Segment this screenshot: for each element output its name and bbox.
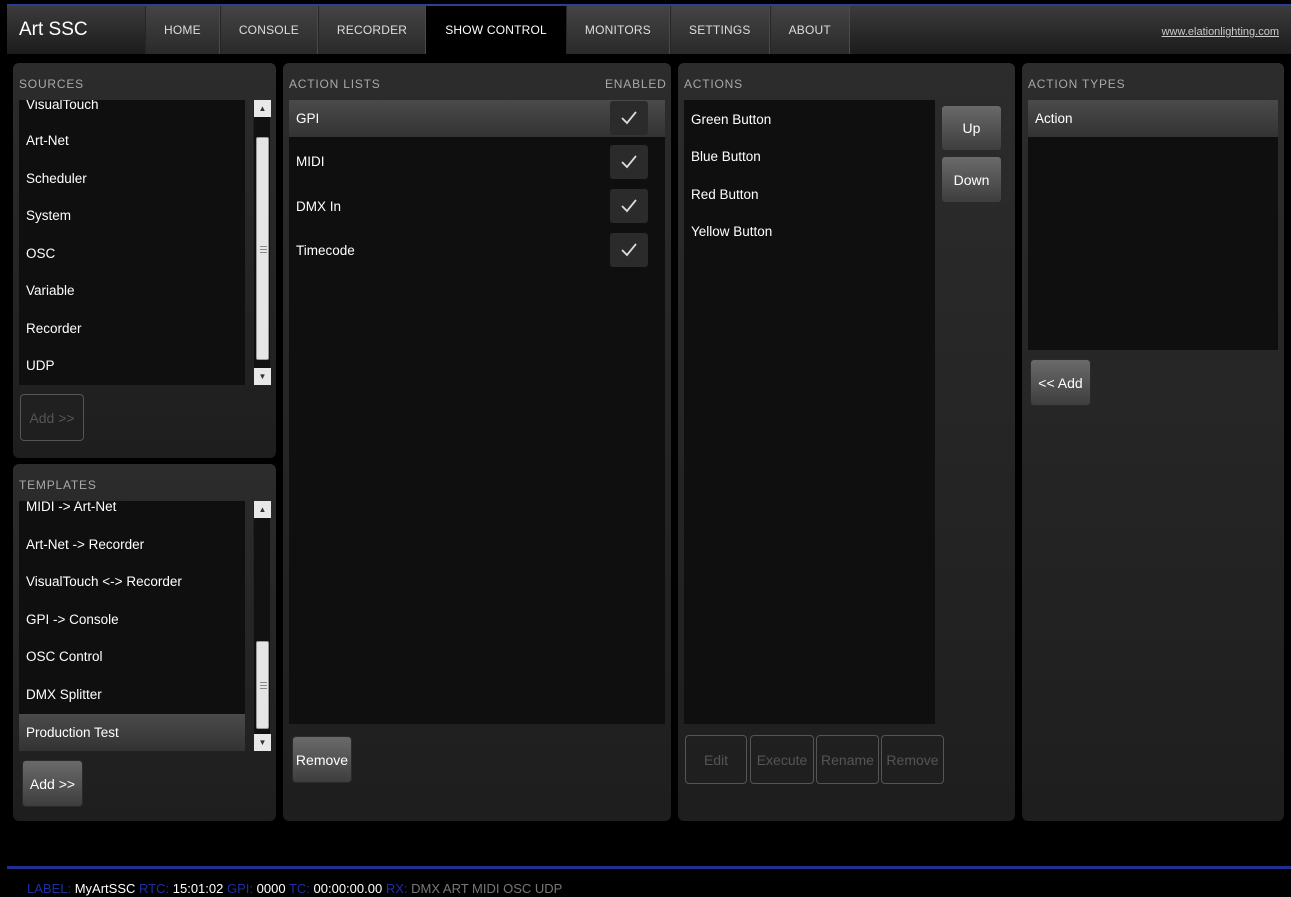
checkmark-icon <box>621 243 637 257</box>
status-label-key: LABEL: <box>27 881 72 896</box>
tab-settings[interactable]: SETTINGS <box>669 6 770 54</box>
scroll-up-icon[interactable]: ▲ <box>254 501 271 518</box>
scroll-thumb[interactable] <box>256 641 269 729</box>
top-bar: Art SSC HOME CONSOLE RECORDER SHOW CONTR… <box>7 4 1291 54</box>
list-item[interactable]: Blue Button <box>684 138 935 175</box>
status-label-value: MyArtSSC <box>74 881 136 896</box>
list-item-selected[interactable]: Production Test <box>19 714 245 751</box>
action-lists-panel: ACTION LISTS ENABLED GPI MIDI DMX In Tim… <box>283 63 671 821</box>
list-item[interactable]: GPI -> Console <box>19 601 245 638</box>
list-item[interactable]: OSC Control <box>19 638 245 675</box>
grip-icon <box>260 252 267 253</box>
tab-show-control[interactable]: SHOW CONTROL <box>426 6 566 54</box>
scroll-thumb[interactable] <box>256 137 269 360</box>
status-rx-key: RX: <box>385 881 408 896</box>
list-item[interactable]: Green Button <box>684 101 935 138</box>
list-item[interactable]: DMX In <box>289 188 665 225</box>
tab-home[interactable]: HOME <box>145 6 220 54</box>
enabled-checkbox[interactable] <box>610 145 648 179</box>
move-up-button[interactable]: Up <box>941 105 1002 151</box>
list-item[interactable]: Art-Net <box>19 122 245 159</box>
action-list-label: MIDI <box>296 154 325 169</box>
add-action-type-button[interactable]: << Add <box>1030 359 1091 406</box>
status-rtc-value: 15:01:02 <box>172 881 224 896</box>
scroll-up-icon[interactable]: ▲ <box>254 100 271 117</box>
list-item[interactable]: System <box>19 197 245 234</box>
grip-icon <box>260 685 267 686</box>
remove-action-button[interactable]: Remove <box>881 735 944 784</box>
status-gpi-key: GPI: <box>226 881 253 896</box>
grip-icon <box>260 246 267 247</box>
grip-icon <box>260 249 267 250</box>
list-item[interactable]: MIDI -> Art-Net <box>19 501 245 525</box>
list-item[interactable]: DMX Splitter <box>19 676 245 713</box>
list-item[interactable]: Scheduler <box>19 160 245 197</box>
action-list-label: DMX In <box>296 199 342 214</box>
scroll-down-icon[interactable]: ▼ <box>254 368 271 385</box>
list-item[interactable]: MIDI <box>289 143 665 180</box>
enabled-checkbox[interactable] <box>610 189 648 223</box>
move-down-button[interactable]: Down <box>941 156 1002 203</box>
enabled-checkbox[interactable] <box>610 233 648 267</box>
checkmark-icon <box>621 199 637 213</box>
tab-console[interactable]: CONSOLE <box>219 6 318 54</box>
status-gpi-value: 0000 <box>256 881 286 896</box>
edit-button[interactable]: Edit <box>685 735 747 784</box>
templates-panel: TEMPLATES MIDI -> Art-Net Art-Net -> Rec… <box>13 464 276 821</box>
list-item-selected[interactable]: Action <box>1028 100 1278 137</box>
checkmark-icon <box>621 111 637 125</box>
list-item[interactable]: Recorder <box>19 310 245 347</box>
list-item[interactable]: Art-Net -> Recorder <box>19 526 245 563</box>
scroll-down-icon[interactable]: ▼ <box>254 734 271 751</box>
enabled-header: ENABLED <box>605 77 667 91</box>
action-list-label: GPI <box>296 111 320 126</box>
status-rx-value: DMX ART MIDI OSC UDP <box>411 881 563 896</box>
app-title: Art SSC <box>19 19 88 40</box>
status-tc-value: 00:00:00.00 <box>313 881 383 896</box>
action-types-list: Action <box>1028 100 1278 350</box>
list-item-selected[interactable]: GPI <box>289 100 665 137</box>
action-list-label: Timecode <box>296 243 355 258</box>
status-tc-key: TC: <box>288 881 310 896</box>
list-item[interactable]: UDP <box>19 347 245 384</box>
actions-list: Green Button Blue Button Red Button Yell… <box>684 100 935 724</box>
list-item[interactable]: Variable <box>19 272 245 309</box>
list-item[interactable]: Timecode <box>289 232 665 269</box>
status-line: LABEL: MyArtSSC RTC: 15:01:02 GPI: 0000 … <box>27 881 562 896</box>
main-nav: HOME CONSOLE RECORDER SHOW CONTROL MONIT… <box>145 6 850 54</box>
list-item[interactable]: Red Button <box>684 176 935 213</box>
list-item[interactable]: VisualTouch <box>19 100 245 123</box>
sources-panel: SOURCES VisualTouch Art-Net Scheduler Sy… <box>13 63 276 458</box>
sources-add-button[interactable]: Add >> <box>20 394 84 441</box>
sources-scrollbar[interactable]: ▲ ▼ <box>253 100 271 385</box>
grip-icon <box>260 688 267 689</box>
tab-monitors[interactable]: MONITORS <box>565 6 670 54</box>
templates-add-button[interactable]: Add >> <box>22 760 83 807</box>
templates-scrollbar[interactable]: ▲ ▼ <box>253 501 271 751</box>
tab-about[interactable]: ABOUT <box>769 6 850 54</box>
actions-panel: ACTIONS Green Button Blue Button Red But… <box>678 63 1015 821</box>
list-item[interactable]: OSC <box>19 235 245 272</box>
tab-recorder[interactable]: RECORDER <box>317 6 427 54</box>
enabled-checkbox[interactable] <box>610 101 648 135</box>
action-lists-title: ACTION LISTS <box>289 77 381 91</box>
action-types-title: ACTION TYPES <box>1028 77 1126 91</box>
checkmark-icon <box>621 155 637 169</box>
templates-title: TEMPLATES <box>19 478 97 492</box>
rename-button[interactable]: Rename <box>816 735 879 784</box>
action-lists-list: GPI MIDI DMX In Timecode <box>289 100 665 724</box>
grip-icon <box>260 682 267 683</box>
status-bar: LABEL: MyArtSSC RTC: 15:01:02 GPI: 0000 … <box>7 866 1291 897</box>
list-item[interactable]: VisualTouch <-> Recorder <box>19 563 245 600</box>
status-rtc-key: RTC: <box>139 881 170 896</box>
sources-list: VisualTouch Art-Net Scheduler System OSC… <box>19 100 245 385</box>
remove-action-list-button[interactable]: Remove <box>292 736 352 783</box>
execute-button[interactable]: Execute <box>750 735 814 784</box>
actions-title: ACTIONS <box>684 77 743 91</box>
sources-title: SOURCES <box>19 77 84 91</box>
templates-list: MIDI -> Art-Net Art-Net -> Recorder Visu… <box>19 501 245 751</box>
list-item[interactable]: Yellow Button <box>684 213 935 250</box>
website-link[interactable]: www.elationlighting.com <box>1162 26 1279 38</box>
action-types-panel: ACTION TYPES Action << Add <box>1022 63 1284 821</box>
